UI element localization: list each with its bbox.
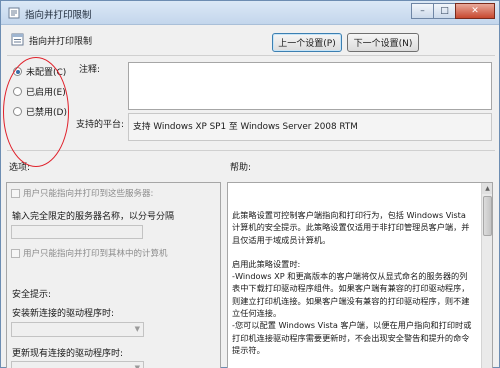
checkbox-label: 用户只能指向并打印到这些服务器:	[23, 189, 154, 199]
update-driver-label: 更新现有连接的驱动程序时:	[12, 349, 124, 359]
chevron-down-icon: ▼	[134, 325, 140, 333]
checkbox-label: 用户只能指向并打印到其林中的计算机	[23, 249, 168, 259]
maximize-button[interactable]: □	[433, 3, 456, 19]
comment-label: 注释:	[79, 65, 101, 75]
radio-label: 未配置(C)	[26, 68, 67, 78]
policy-icon	[8, 7, 20, 19]
section-divider	[7, 150, 495, 151]
platform-box: 支持 Windows XP SP1 至 Windows Server 2008 …	[128, 113, 492, 141]
close-button[interactable]: ✕	[455, 3, 495, 19]
radio-button[interactable]	[13, 107, 22, 116]
platform-value: 支持 Windows XP SP1 至 Windows Server 2008 …	[133, 122, 358, 132]
help-panel: 此策略设置可控制客户端指向和打印行为，包括 Windows Vista 计算机的…	[227, 182, 493, 368]
policy-name: 指向并打印限制	[29, 37, 93, 47]
window-title: 指向并打印限制	[25, 10, 92, 21]
help-paragraph: 启用此策略设置时: -Windows XP 和更高版本的客户端将仅从显式命名的服…	[232, 258, 472, 355]
setting-icon	[11, 33, 24, 46]
new-driver-dropdown[interactable]: ▼	[11, 322, 144, 337]
radio-button[interactable]	[13, 67, 22, 76]
server-field-label: 输入完全限定的服务器名称，以分号分隔	[12, 212, 175, 222]
help-scrollbar[interactable]: ▲	[481, 183, 492, 368]
options-heading: 选项:	[9, 163, 31, 173]
server-names-input[interactable]	[11, 225, 143, 239]
next-setting-button[interactable]: 下一个设置(N)	[347, 33, 419, 52]
window-controls: – □ ✕	[411, 3, 495, 20]
radio-disabled[interactable]: 已禁用(D)	[13, 105, 67, 118]
new-driver-label: 安装新连接的驱动程序时:	[12, 309, 115, 319]
previous-setting-button[interactable]: 上一个设置(P)	[272, 33, 342, 52]
help-heading: 帮助:	[230, 163, 252, 173]
radio-label: 已禁用(D)	[26, 108, 67, 118]
checkbox-forest-only[interactable]: 用户只能指向并打印到其林中的计算机	[11, 247, 168, 259]
title-bar[interactable]: 指向并打印限制 – □ ✕	[1, 1, 499, 25]
scroll-thumb[interactable]	[483, 196, 492, 236]
platform-label: 支持的平台:	[76, 120, 125, 130]
minimize-button[interactable]: –	[411, 3, 434, 19]
comment-textarea[interactable]	[128, 62, 492, 110]
chevron-down-icon: ▼	[134, 364, 140, 368]
checkbox[interactable]	[11, 248, 20, 258]
scroll-up-icon[interactable]: ▲	[482, 183, 492, 194]
radio-button[interactable]	[13, 87, 22, 96]
help-paragraph: 此策略设置可控制客户端指向和打印行为，包括 Windows Vista 计算机的…	[232, 210, 470, 245]
policy-dialog-window: 指向并打印限制 – □ ✕ 指向并打印限制 上一个设置(P) 下一个设置(N) …	[0, 0, 500, 368]
security-heading: 安全提示:	[12, 290, 52, 300]
radio-not-configured[interactable]: 未配置(C)	[13, 65, 66, 78]
radio-label: 已启用(E)	[26, 88, 66, 98]
update-driver-dropdown[interactable]: ▼	[11, 361, 144, 368]
options-panel: 用户只能指向并打印到这些服务器: 输入完全限定的服务器名称，以分号分隔 用户只能…	[6, 182, 221, 368]
help-text: 此策略设置可控制客户端指向和打印行为，包括 Windows Vista 计算机的…	[232, 209, 474, 368]
header-divider	[7, 55, 495, 56]
radio-enabled[interactable]: 已启用(E)	[13, 85, 66, 98]
checkbox-restrict-servers[interactable]: 用户只能指向并打印到这些服务器:	[11, 187, 153, 199]
checkbox[interactable]	[11, 188, 20, 198]
